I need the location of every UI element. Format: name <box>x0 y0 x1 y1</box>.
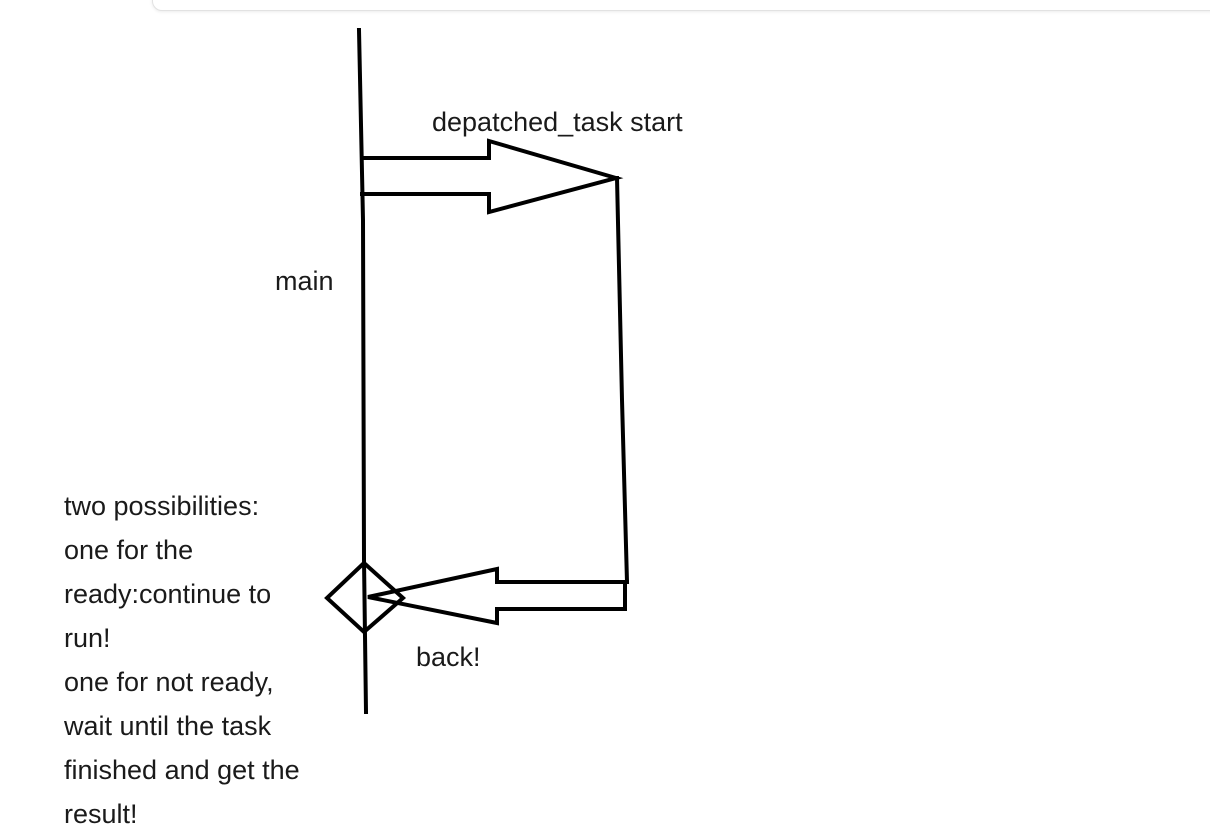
dispatch-arrow <box>360 138 624 215</box>
possibilities-note: two possibilities: one for the ready:con… <box>64 484 334 836</box>
task-timeline <box>614 175 630 585</box>
main-timeline <box>356 27 369 715</box>
note-line: one for not ready, <box>64 667 274 697</box>
return-arrow <box>367 566 629 626</box>
note-line: one for the <box>64 535 194 565</box>
note-line: wait until the task <box>64 711 272 741</box>
main-label: main <box>275 266 334 296</box>
note-line: finished and get the <box>64 755 300 785</box>
note-line: two possibilities: <box>64 491 260 521</box>
back-label: back! <box>416 642 481 672</box>
note-line: ready:continue to <box>64 579 272 609</box>
note-line: run! <box>64 623 111 653</box>
task-start-label: depatched_task start <box>432 107 683 137</box>
note-line: result! <box>64 799 138 829</box>
